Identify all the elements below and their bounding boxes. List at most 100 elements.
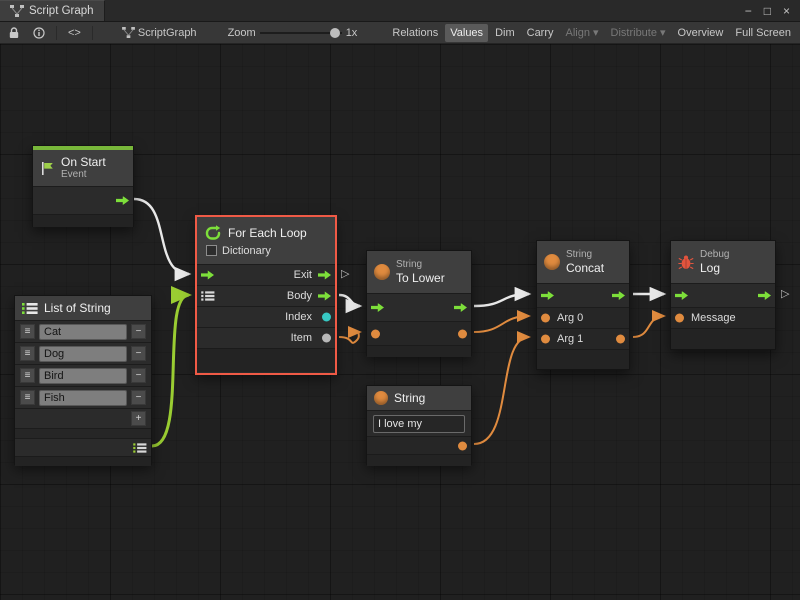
- wire-control-body-to-tolower[interactable]: [339, 295, 360, 306]
- carry-button[interactable]: Carry: [522, 24, 559, 42]
- relations-button[interactable]: Relations: [387, 24, 443, 42]
- string-type-icon: [374, 264, 390, 280]
- arg0-input-port[interactable]: [541, 314, 550, 323]
- control-input-port[interactable]: [371, 303, 384, 312]
- node-header[interactable]: List of String: [15, 296, 151, 320]
- drag-handle-icon[interactable]: ≡: [20, 346, 35, 361]
- add-item-button[interactable]: +: [131, 411, 146, 426]
- node-string-literal[interactable]: String: [366, 385, 472, 465]
- remove-item-button[interactable]: −: [131, 368, 146, 383]
- string-input-port[interactable]: [371, 329, 380, 338]
- wire-control-onstart-to-foreach[interactable]: [134, 199, 189, 274]
- zoom-value: 1x: [346, 27, 358, 39]
- control-output-port[interactable]: [758, 291, 771, 300]
- script-graph-icon: [10, 5, 24, 17]
- node-header[interactable]: Debug Log: [671, 241, 775, 283]
- zoom-label: Zoom: [228, 27, 256, 39]
- node-concat[interactable]: String Concat Arg 0 Arg 1: [536, 240, 630, 370]
- port-label: Message: [691, 312, 736, 324]
- align-dropdown[interactable]: Align ▾: [561, 24, 604, 42]
- info-button[interactable]: [28, 24, 50, 42]
- node-header[interactable]: For Each Loop Dictionary: [197, 217, 335, 264]
- body-output-port[interactable]: [318, 292, 331, 301]
- code-icon: <>: [68, 27, 81, 39]
- distribute-dropdown[interactable]: Distribute ▾: [606, 24, 671, 42]
- list-input-port[interactable]: [201, 291, 215, 302]
- node-list-of-string[interactable]: List of String ≡ − ≡ − ≡ − ≡ − +: [14, 295, 152, 465]
- wire-value-literal-to-arg1[interactable]: [474, 337, 529, 444]
- wire-control-tolower-to-concat[interactable]: [474, 294, 529, 306]
- control-input-port[interactable]: [675, 291, 688, 300]
- control-input-port[interactable]: [201, 271, 214, 280]
- tab-title: Script Graph: [29, 5, 94, 17]
- graph-name-label: ScriptGraph: [138, 27, 197, 39]
- node-title: Concat: [566, 261, 604, 275]
- value-port-row: [367, 436, 471, 454]
- drag-handle-icon[interactable]: ≡: [20, 368, 35, 383]
- minimize-button[interactable]: −: [745, 4, 752, 18]
- node-on-start[interactable]: On Start Event: [32, 145, 134, 227]
- wire-list-to-foreach[interactable]: [152, 295, 189, 446]
- dim-button[interactable]: Dim: [490, 24, 520, 42]
- list-item-input[interactable]: [39, 324, 127, 340]
- wire-value-item-to-tolower[interactable]: [339, 332, 360, 343]
- port-label: Exit: [294, 269, 312, 281]
- node-to-lower[interactable]: String To Lower: [366, 250, 472, 356]
- node-debug-log[interactable]: Debug Log Message: [670, 240, 776, 350]
- drag-handle-icon[interactable]: ≡: [20, 324, 35, 339]
- string-value-input[interactable]: [373, 415, 465, 433]
- arg1-input-port[interactable]: [541, 335, 550, 344]
- index-output-port[interactable]: [322, 313, 331, 322]
- message-port-row: Message: [671, 307, 775, 328]
- list-item-row: ≡ −: [15, 386, 151, 408]
- remove-item-button[interactable]: −: [131, 346, 146, 361]
- checkbox-label: Dictionary: [222, 245, 271, 257]
- port-label: Arg 0: [557, 312, 583, 324]
- node-title: On Start: [61, 155, 106, 169]
- node-header[interactable]: String Concat: [537, 241, 629, 283]
- list-item-input[interactable]: [39, 346, 127, 362]
- wire-value-tolower-to-arg0[interactable]: [474, 316, 529, 332]
- tab-script-graph[interactable]: Script Graph: [0, 0, 105, 21]
- control-port-row: [367, 293, 471, 321]
- message-input-port[interactable]: [675, 314, 684, 323]
- remove-item-button[interactable]: −: [131, 324, 146, 339]
- values-button[interactable]: Values: [445, 24, 488, 42]
- node-for-each-loop[interactable]: For Each Loop Dictionary Exit Body Index: [196, 216, 336, 374]
- drag-handle-icon[interactable]: ≡: [20, 390, 35, 405]
- zoom-slider[interactable]: [260, 26, 342, 40]
- control-input-port[interactable]: [541, 291, 554, 300]
- result-output-port[interactable]: [616, 335, 625, 344]
- graph-toolbar: <> ScriptGraph Zoom 1x Relations Values …: [0, 22, 800, 44]
- graph-breadcrumb[interactable]: ScriptGraph: [117, 24, 202, 42]
- node-header[interactable]: String: [367, 386, 471, 410]
- node-header[interactable]: On Start Event: [33, 150, 133, 186]
- overview-button[interactable]: Overview: [673, 24, 729, 42]
- close-button[interactable]: ×: [783, 4, 790, 18]
- fullscreen-button[interactable]: Full Screen: [730, 24, 796, 42]
- list-output-port[interactable]: [133, 442, 147, 453]
- remove-item-button[interactable]: −: [131, 390, 146, 405]
- graph-canvas[interactable]: ▷ ▷ On Start Event List of Str: [0, 44, 800, 600]
- port-row-item: Item: [197, 327, 335, 348]
- lock-button[interactable]: [4, 24, 24, 42]
- wire-value-concat-to-message[interactable]: [633, 316, 664, 337]
- node-category: String: [396, 259, 445, 271]
- list-item-input[interactable]: [39, 368, 127, 384]
- node-header[interactable]: String To Lower: [367, 251, 471, 293]
- node-footer: [367, 345, 471, 357]
- zoom-slider-knob[interactable]: [330, 28, 340, 38]
- window-controls: − □ ×: [735, 0, 800, 21]
- item-output-port[interactable]: [322, 334, 331, 343]
- maximize-button[interactable]: □: [764, 4, 771, 18]
- dictionary-checkbox[interactable]: [206, 245, 217, 256]
- string-output-port[interactable]: [458, 329, 467, 338]
- control-output-port[interactable]: [116, 196, 129, 205]
- exit-output-port[interactable]: [318, 271, 331, 280]
- code-view-button[interactable]: <>: [63, 24, 86, 42]
- control-output-port[interactable]: [454, 303, 467, 312]
- list-item-input[interactable]: [39, 390, 127, 406]
- string-output-port[interactable]: [458, 441, 467, 450]
- control-output-port[interactable]: [612, 291, 625, 300]
- list-item-row: ≡ −: [15, 364, 151, 386]
